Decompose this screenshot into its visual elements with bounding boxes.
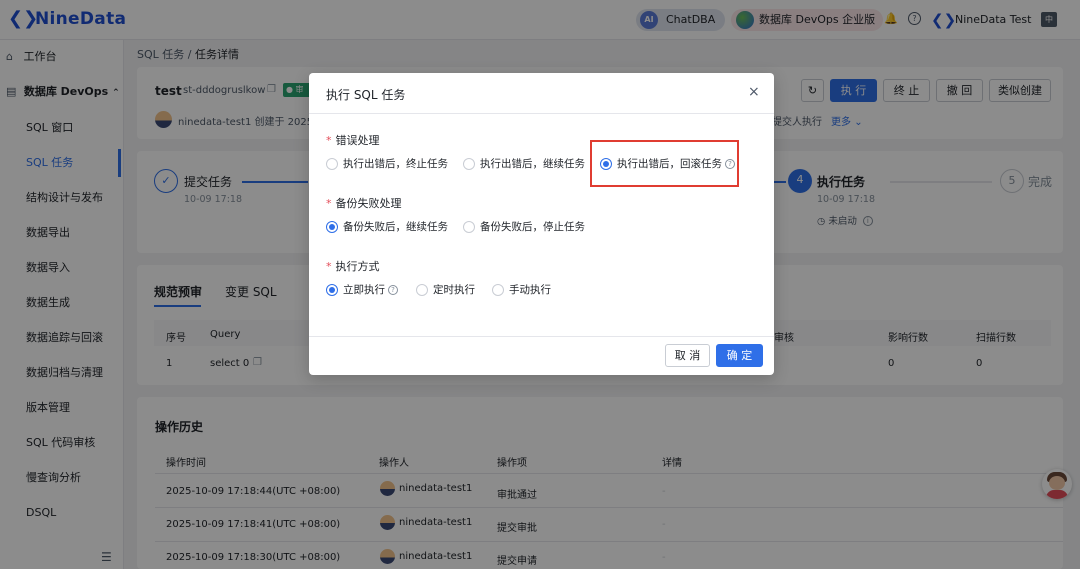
radio-dot[interactable] xyxy=(326,221,338,233)
radio-dot[interactable] xyxy=(326,284,338,296)
radio-error-terminate[interactable]: 执行出错后，终止任务 xyxy=(326,157,448,171)
error-handling-label: * 错误处理 xyxy=(326,132,380,148)
radio-dot[interactable] xyxy=(463,158,475,170)
radio-label: 备份失败后，停止任务 xyxy=(480,221,585,233)
exec-mode-label: * 执行方式 xyxy=(326,258,380,274)
radio-backup-stop[interactable]: 备份失败后，停止任务 xyxy=(463,220,585,234)
radio-label: 手动执行 xyxy=(509,284,551,296)
radio-dot[interactable] xyxy=(463,221,475,233)
radio-dot[interactable] xyxy=(492,284,504,296)
required-mark: * xyxy=(326,197,332,210)
radio-label: 定时执行 xyxy=(433,284,475,296)
backup-failure-label: * 备份失败处理 xyxy=(326,195,402,211)
radio-label: 立即执行 xyxy=(343,284,385,296)
error-handling-label-text: 错误处理 xyxy=(335,134,380,147)
help-icon[interactable]: ? xyxy=(388,285,398,295)
radio-exec-immediate[interactable]: 立即执行? xyxy=(326,283,398,297)
radio-backup-continue[interactable]: 备份失败后，继续任务 xyxy=(326,220,448,234)
radio-label: 执行出错后，继续任务 xyxy=(480,158,585,170)
radio-dot[interactable] xyxy=(416,284,428,296)
radio-label: 备份失败后，继续任务 xyxy=(343,221,448,233)
highlight-box xyxy=(590,140,739,187)
radio-exec-scheduled[interactable]: 定时执行 xyxy=(416,283,475,297)
confirm-button[interactable]: 确 定 xyxy=(716,344,763,367)
dialog-title: 执行 SQL 任务 xyxy=(326,88,406,102)
radio-dot[interactable] xyxy=(326,158,338,170)
close-icon[interactable]: × xyxy=(748,85,760,99)
radio-exec-manual[interactable]: 手动执行 xyxy=(492,283,551,297)
dialog-divider xyxy=(309,113,774,114)
required-mark: * xyxy=(326,134,332,147)
execute-sql-task-dialog: 执行 SQL 任务 × * 错误处理 执行出错后，终止任务 执行出错后，继续任务 … xyxy=(309,73,774,375)
dialog-footer-divider xyxy=(309,336,774,337)
backup-failure-label-text: 备份失败处理 xyxy=(335,197,402,210)
exec-mode-label-text: 执行方式 xyxy=(335,260,380,273)
radio-label: 执行出错后，终止任务 xyxy=(343,158,448,170)
radio-error-continue[interactable]: 执行出错后，继续任务 xyxy=(463,157,585,171)
cancel-button[interactable]: 取 消 xyxy=(665,344,710,367)
required-mark: * xyxy=(326,260,332,273)
